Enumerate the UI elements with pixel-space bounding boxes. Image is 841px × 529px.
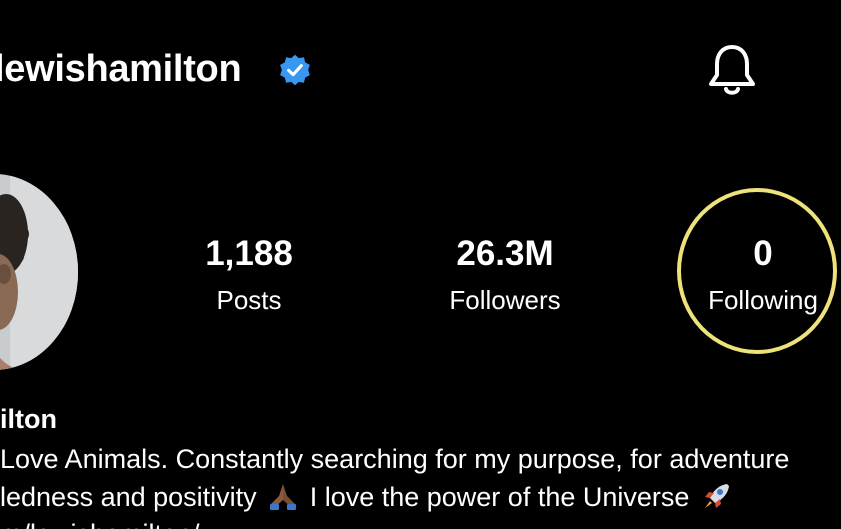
followers-stat[interactable]: 26.3M Followers (405, 234, 605, 316)
posts-stat[interactable]: 1,188 Posts (149, 234, 349, 316)
profile-full-name: ilton (0, 404, 57, 434)
posts-label: Posts (216, 285, 282, 315)
following-label: Following (708, 285, 818, 315)
profile-picture (0, 174, 78, 370)
profile-screen: lewishamilton 1,188 Posts 26.3M Follower… (0, 0, 841, 529)
verified-badge-icon (280, 54, 310, 86)
avatar[interactable] (0, 174, 78, 370)
bio-line-1: Love Animals. Constantly searching for m… (0, 444, 790, 474)
posts-count: 1,188 (205, 234, 293, 273)
bio-line-2: ledness and positivity I love the power … (0, 480, 735, 514)
followers-count: 26.3M (456, 234, 554, 273)
profile-username[interactable]: lewishamilton (0, 44, 242, 94)
following-stat[interactable]: 0 Following (663, 234, 841, 316)
bio-line-2-text-a: ledness and positivity (0, 482, 257, 512)
bio-line-2-text-b: I love the power of the Universe (309, 482, 690, 512)
following-count: 0 (753, 234, 773, 273)
rocket-icon (704, 483, 729, 508)
bio-link[interactable]: m/lewishamilton/ (0, 517, 200, 529)
praying-hands-icon (270, 483, 297, 510)
bell-icon[interactable] (705, 42, 759, 98)
followers-label: Followers (449, 285, 561, 315)
